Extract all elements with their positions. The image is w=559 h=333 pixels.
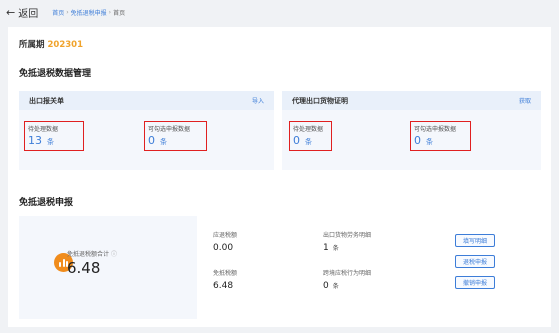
breadcrumb-home[interactable]: 首页 bbox=[52, 8, 64, 17]
period: 所属期 202301 bbox=[19, 38, 83, 50]
pending-label: 待处理数据 bbox=[28, 126, 59, 133]
panel-header: 代理出口货物证明 获取 bbox=[282, 91, 541, 110]
pending-value: 13 条 bbox=[28, 134, 54, 147]
exempt-value: 6.48 bbox=[213, 281, 234, 291]
panel-title: 出口报关单 bbox=[29, 96, 64, 105]
period-label: 所属期 bbox=[19, 40, 45, 50]
refund-value: 0.00 bbox=[213, 243, 234, 253]
declaration-title: 免抵退税申报 bbox=[19, 198, 74, 208]
selectable-data-box[interactable]: 可勾选申报数据 0条 bbox=[144, 121, 207, 151]
panel-title: 代理出口货物证明 bbox=[292, 96, 348, 105]
breadcrumb-separator-icon: › bbox=[66, 8, 69, 16]
agent-export-certificate-panel: 代理出口货物证明 获取 待处理数据 0条 可勾选申报数据 0条 bbox=[282, 91, 541, 170]
back-button[interactable]: ← 返回 bbox=[6, 5, 38, 20]
breadcrumb-separator-icon: › bbox=[108, 8, 112, 16]
total-value: 6.48 bbox=[67, 259, 101, 277]
pending-label: 待处理数据 bbox=[293, 126, 324, 133]
breadcrumb-declaration[interactable]: 免抵退税申报 bbox=[71, 8, 107, 17]
import-link[interactable]: 导入 bbox=[252, 96, 264, 105]
panel-header: 出口报关单 导入 bbox=[19, 91, 274, 110]
selectable-data-box[interactable]: 可勾选申报数据 0条 bbox=[410, 121, 471, 151]
total-label: 免抵退税额合计 ⓘ bbox=[67, 251, 118, 258]
selectable-label: 可勾选申报数据 bbox=[148, 126, 191, 133]
export-detail-label: 出口货物劳务明细 bbox=[323, 232, 372, 239]
back-arrow-icon: ← bbox=[6, 5, 16, 19]
selectable-label: 可勾选申报数据 bbox=[414, 126, 457, 133]
fill-detail-button[interactable]: 填写明细 bbox=[455, 234, 495, 247]
declare-refund-button[interactable]: 退税申报 bbox=[455, 255, 495, 268]
withdraw-declaration-button[interactable]: 撤销申报 bbox=[455, 276, 495, 289]
pending-data-box[interactable]: 待处理数据 0条 bbox=[289, 121, 332, 151]
breadcrumb: 首页 › 免抵退税申报 › 首页 bbox=[52, 8, 125, 17]
main-card: 所属期 202301 免抵退税数据管理 出口报关单 导入 待处理数据 13 条 可勾… bbox=[8, 27, 551, 327]
crossborder-detail-label: 跨境应税行为明细 bbox=[323, 270, 372, 277]
data-management-title: 免抵退税数据管理 bbox=[19, 69, 92, 79]
period-value: 202301 bbox=[47, 40, 84, 50]
exempt-label: 免抵税额 bbox=[213, 270, 238, 277]
crossborder-detail-value[interactable]: 0条 bbox=[323, 281, 339, 291]
pending-data-box[interactable]: 待处理数据 13 条 bbox=[24, 121, 84, 151]
pending-value: 0条 bbox=[293, 134, 312, 147]
back-label: 返回 bbox=[18, 8, 39, 20]
export-declaration-panel: 出口报关单 导入 待处理数据 13 条 可勾选申报数据 0条 bbox=[19, 91, 274, 170]
breadcrumb-current: 首页 bbox=[113, 9, 126, 17]
refund-label: 应退税额 bbox=[213, 232, 238, 239]
info-icon[interactable]: ⓘ bbox=[111, 251, 117, 258]
selectable-value: 0条 bbox=[414, 134, 433, 147]
fetch-link[interactable]: 获取 bbox=[519, 96, 531, 105]
selectable-value: 0条 bbox=[148, 134, 167, 147]
top-bar: ← 返回 首页 › 免抵退税申报 › 首页 bbox=[0, 0, 559, 24]
export-detail-value[interactable]: 1条 bbox=[323, 243, 339, 253]
